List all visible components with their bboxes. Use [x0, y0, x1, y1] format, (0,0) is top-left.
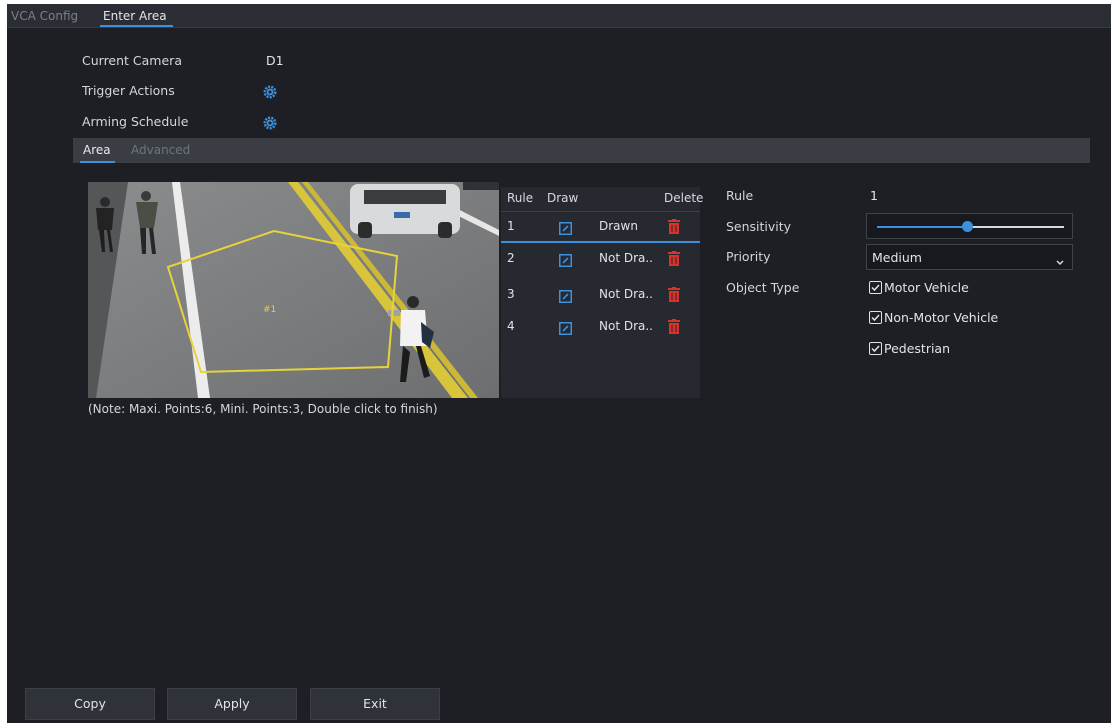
rule-number: 3 — [507, 287, 515, 301]
trash-icon[interactable] — [668, 319, 680, 334]
slider-fill — [877, 226, 967, 228]
app-window: VCA Config Enter Area Current Camera D1 … — [7, 4, 1111, 723]
draw-status: Not Dra.. — [599, 287, 653, 301]
rule-value: 1 — [870, 188, 878, 203]
priority-label: Priority — [726, 249, 771, 264]
tab-advanced[interactable]: Advanced — [131, 138, 190, 163]
rule-number: 1 — [507, 219, 515, 233]
priority-select[interactable]: Medium — [866, 244, 1073, 270]
area-marker: #1 — [263, 305, 276, 315]
current-camera-label: Current Camera — [82, 53, 182, 68]
check-icon — [869, 311, 882, 324]
table-row[interactable]: 3 Not Dra.. — [501, 280, 700, 311]
column-delete: Delete — [664, 191, 704, 205]
sensitivity-slider[interactable] — [866, 213, 1073, 239]
checkbox-label: Motor Vehicle — [884, 280, 969, 295]
rules-table: Rule Draw Delete 1 Drawn 2 Not Dra.. 3 N… — [501, 187, 704, 398]
draw-status: Not Dra.. — [599, 251, 653, 265]
rules-table-header: Rule Draw Delete — [501, 187, 704, 212]
rule-number: 4 — [507, 319, 515, 333]
check-icon — [869, 342, 882, 355]
camera-scene: #1 — [88, 182, 499, 398]
draw-status: Not Dra.. — [599, 319, 653, 333]
chevron-down-icon — [1055, 252, 1065, 266]
table-row[interactable]: 1 Drawn — [501, 212, 700, 243]
trash-icon[interactable] — [668, 251, 680, 266]
drawing-note: (Note: Maxi. Points:6, Mini. Points:3, D… — [88, 402, 438, 416]
sub-tab-bar: Area Advanced — [73, 138, 1090, 163]
tab-area[interactable]: Area — [80, 138, 115, 163]
draw-status: Drawn — [599, 219, 638, 233]
slider-thumb[interactable] — [961, 221, 973, 232]
copy-button[interactable]: Copy — [25, 688, 155, 720]
table-row[interactable]: 2 Not Dra.. — [501, 244, 700, 275]
edit-icon[interactable] — [559, 252, 572, 267]
rule-label: Rule — [726, 188, 754, 203]
column-rule: Rule — [507, 191, 534, 205]
edit-icon[interactable] — [559, 288, 572, 303]
camera-preview[interactable]: #1 — [88, 182, 499, 398]
tab-vca-config[interactable]: VCA Config — [11, 4, 78, 27]
check-icon — [869, 281, 882, 294]
column-draw: Draw — [547, 191, 579, 205]
priority-value: Medium — [872, 250, 922, 265]
checkbox-label: Non-Motor Vehicle — [884, 310, 999, 325]
gear-icon[interactable] — [263, 84, 277, 99]
gear-icon[interactable] — [263, 115, 277, 130]
arming-schedule-label: Arming Schedule — [82, 114, 189, 129]
checkbox-label: Pedestrian — [884, 341, 951, 356]
sensitivity-label: Sensitivity — [726, 219, 792, 234]
edit-icon[interactable] — [559, 320, 572, 335]
apply-button[interactable]: Apply — [167, 688, 297, 720]
tab-enter-area[interactable]: Enter Area — [100, 4, 173, 27]
top-tab-bar: VCA Config Enter Area — [7, 4, 1111, 28]
trigger-actions-label: Trigger Actions — [82, 83, 175, 98]
current-camera-value: D1 — [266, 53, 284, 68]
trash-icon[interactable] — [668, 219, 680, 234]
table-row[interactable]: 4 Not Dra.. — [501, 312, 700, 343]
edit-icon[interactable] — [559, 220, 572, 235]
trash-icon[interactable] — [668, 287, 680, 302]
exit-button[interactable]: Exit — [310, 688, 440, 720]
rule-number: 2 — [507, 251, 515, 265]
object-type-label: Object Type — [726, 280, 800, 295]
